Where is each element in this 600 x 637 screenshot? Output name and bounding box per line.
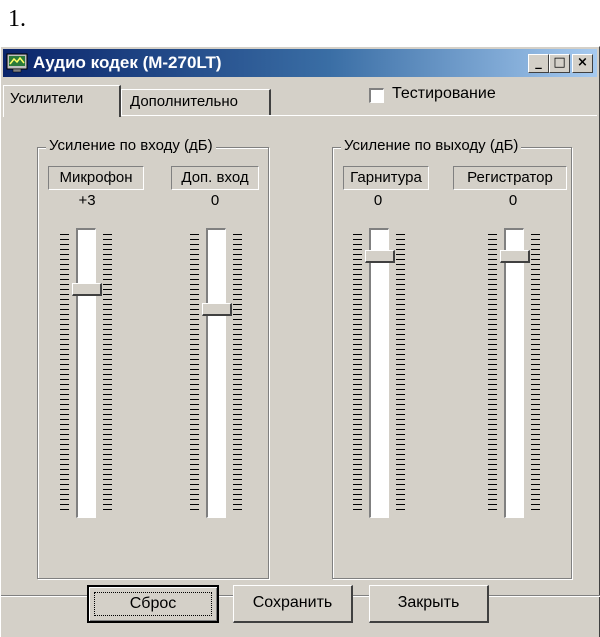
tab-additional-label: Дополнительно: [130, 93, 238, 110]
headset-slider-track[interactable]: [369, 228, 389, 518]
tab-additional[interactable]: Дополнительно: [121, 89, 271, 115]
microphone-slider-ticks-right: [103, 234, 112, 510]
aux-input-slider[interactable]: [190, 228, 242, 518]
recorder-value: 0: [508, 192, 518, 209]
tab-amplifiers[interactable]: Усилители: [3, 85, 121, 117]
document-number-label: 1.: [8, 6, 26, 32]
window-title: Аудио кодек (М-270LT): [33, 53, 222, 72]
recorder-label: Регистратор: [453, 166, 567, 190]
aux-input-slider-ticks-right: [233, 234, 242, 510]
testing-checkbox-label[interactable]: Тестирование: [392, 85, 496, 103]
headset-value: 0: [373, 192, 383, 209]
maximize-button[interactable]: □: [549, 54, 570, 73]
aux-input-slider-thumb[interactable]: [202, 303, 232, 316]
headset-slider-ticks-right: [396, 234, 405, 510]
input-gain-legend: Усиление по входу (дБ): [46, 137, 216, 154]
microphone-slider-thumb[interactable]: [72, 283, 102, 296]
app-icon: [6, 53, 28, 73]
title-bar[interactable]: Аудио кодек (М-270LT) _ □ ×: [3, 49, 597, 77]
output-gain-legend: Усиление по выходу (дБ): [341, 137, 522, 154]
headset-slider-thumb[interactable]: [365, 250, 395, 263]
aux-input-value: 0: [210, 192, 220, 209]
aux-input-label: Доп. вход: [171, 166, 259, 190]
microphone-value: +3: [78, 192, 96, 209]
close-button-label: Закрыть: [397, 594, 460, 611]
reset-button[interactable]: Сброс: [87, 585, 219, 623]
close-window-button[interactable]: ×: [572, 54, 593, 73]
microphone-slider-ticks-left: [60, 234, 69, 510]
headset-slider[interactable]: [353, 228, 405, 518]
testing-checkbox[interactable]: [369, 88, 384, 103]
save-button-label: Сохранить: [252, 594, 333, 611]
audio-codec-window: Аудио кодек (М-270LT) _ □ × Усилители До…: [0, 46, 600, 637]
tab-amplifiers-label: Усилители: [10, 90, 84, 107]
recorder-slider-track[interactable]: [504, 228, 524, 518]
recorder-slider-ticks-right: [531, 234, 540, 510]
recorder-slider[interactable]: [488, 228, 540, 518]
aux-input-slider-track[interactable]: [206, 228, 226, 518]
headset-slider-ticks-left: [353, 234, 362, 510]
microphone-slider-track[interactable]: [76, 228, 96, 518]
microphone-slider[interactable]: [60, 228, 112, 518]
close-button[interactable]: Закрыть: [369, 585, 489, 623]
output-gain-group: Усиление по выходу (дБ) Гарнитура Регист…: [332, 137, 572, 579]
save-button[interactable]: Сохранить: [233, 585, 353, 623]
reset-button-focus: [94, 592, 212, 616]
aux-input-slider-ticks-left: [190, 234, 199, 510]
recorder-slider-ticks-left: [488, 234, 497, 510]
input-gain-group: Усиление по входу (дБ) Микрофон Доп. вхо…: [37, 137, 269, 579]
microphone-label: Микрофон: [48, 166, 144, 190]
headset-label: Гарнитура: [343, 166, 429, 190]
recorder-slider-thumb[interactable]: [500, 250, 530, 263]
minimize-button[interactable]: _: [528, 54, 549, 73]
